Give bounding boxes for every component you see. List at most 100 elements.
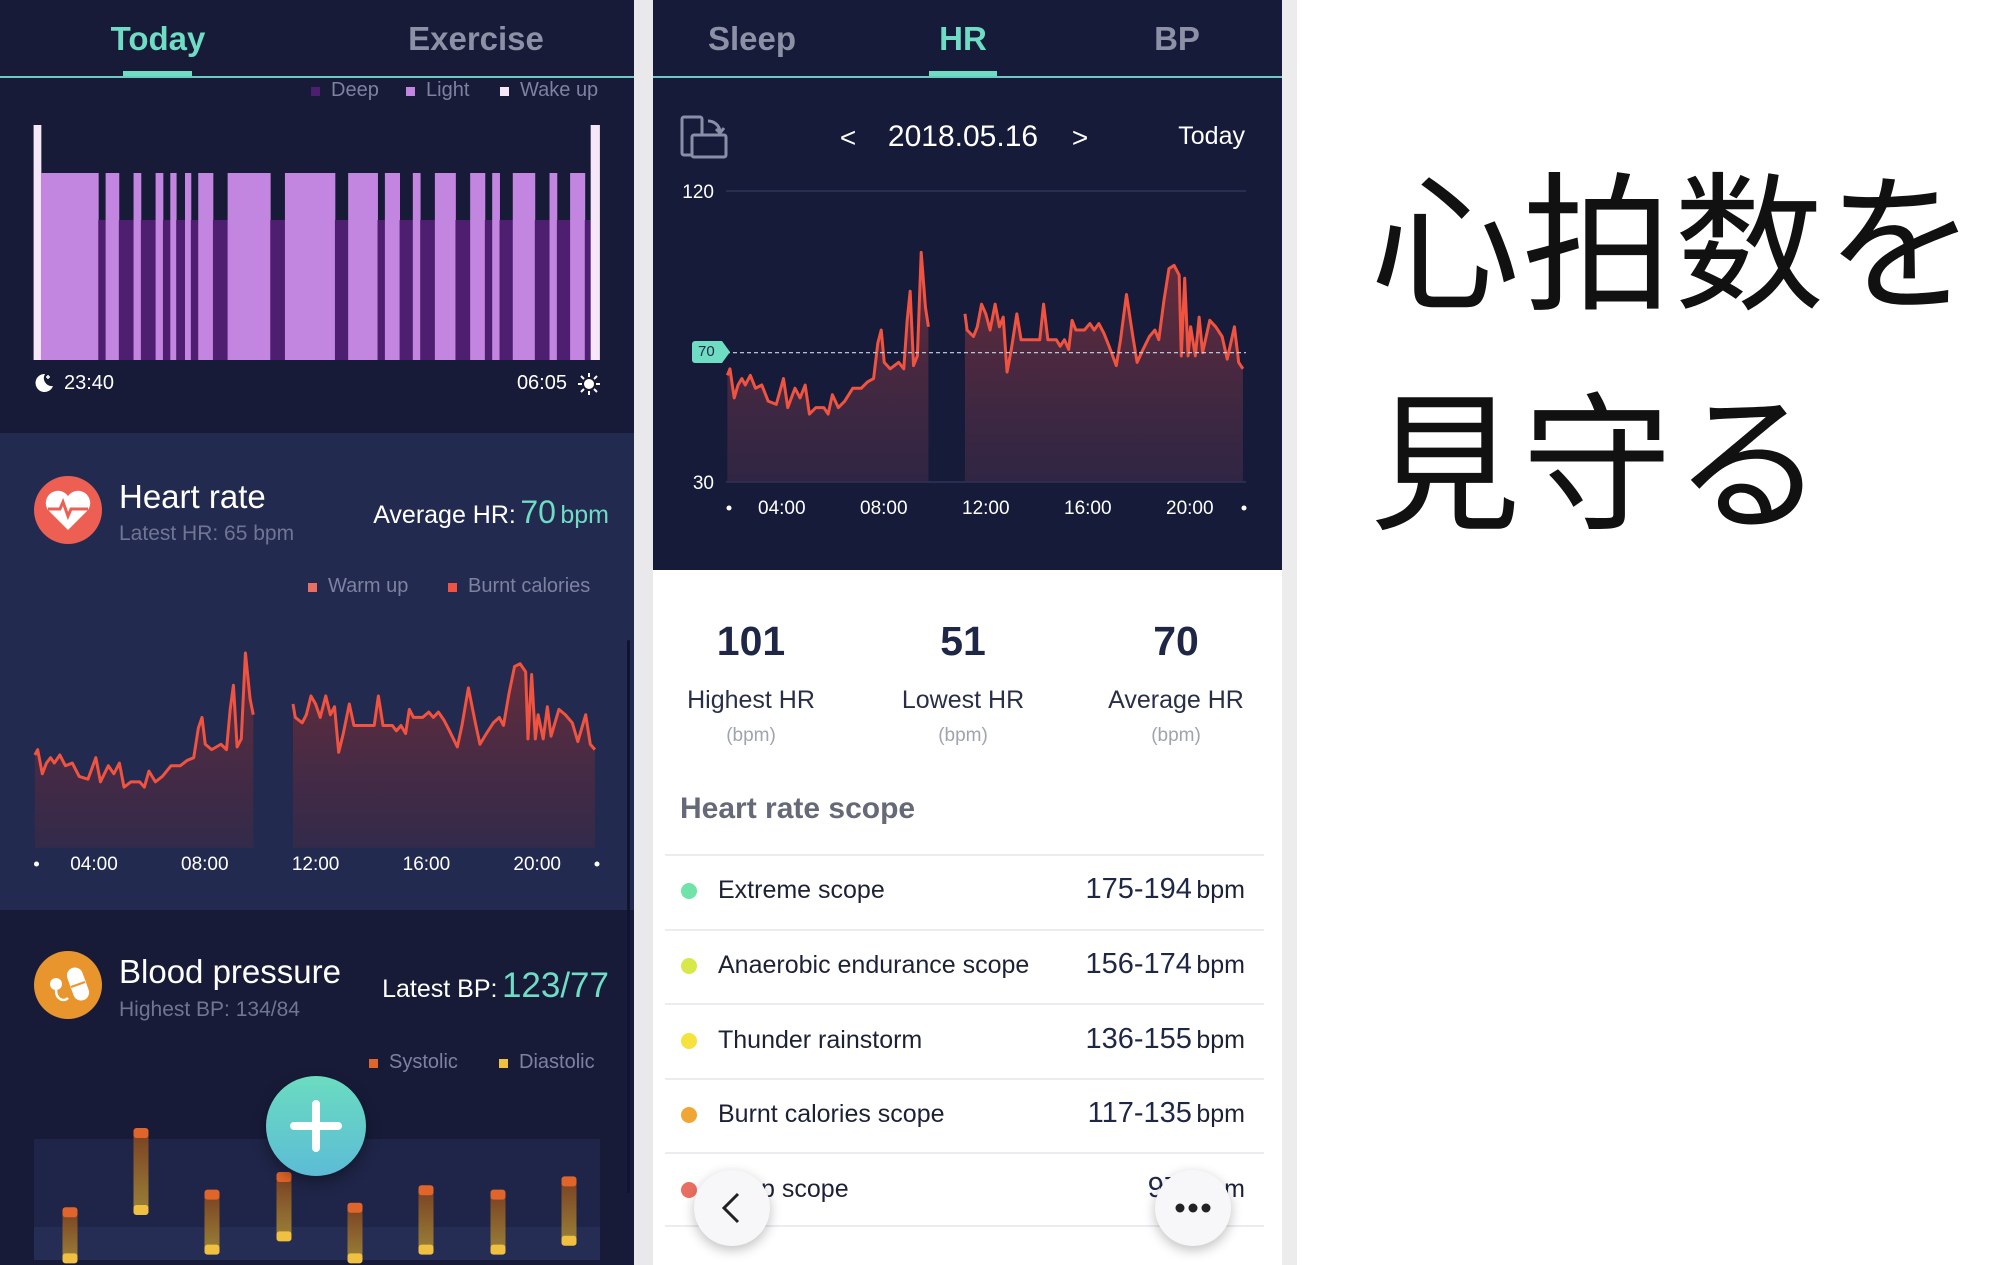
legend-swatch-systolic — [369, 1059, 378, 1068]
average-hr-value: 70 — [520, 494, 556, 530]
scope-row[interactable]: Anaerobic endurance scope 156-174 bpm — [664, 929, 1264, 1003]
bp-bar — [276, 1174, 292, 1240]
sleep-bar-deep — [584, 220, 592, 360]
heart-rate-detail-chart[interactable]: 120 30 04:00 08:00 12:00 16:00 20:00 — [653, 170, 1282, 530]
scope-color-dot — [681, 1033, 697, 1049]
systolic-marker — [62, 1207, 78, 1218]
x-tick-label: 08:00 — [181, 854, 229, 875]
legend-systolic: Systolic — [389, 1051, 458, 1073]
average-hr-unit: bpm — [560, 501, 609, 529]
heart-pulse-icon — [34, 476, 102, 544]
stat-label: Highest HR — [687, 686, 815, 714]
scope-range: 156-174 bpm — [1085, 948, 1245, 981]
blood-pressure-icon — [34, 951, 102, 1019]
sleep-bar-light — [348, 173, 378, 360]
plus-icon — [290, 1100, 342, 1152]
scope-range: 136-155 bpm — [1085, 1023, 1245, 1056]
moon-icon — [35, 373, 53, 392]
scope-range-value: 156-174 — [1085, 948, 1192, 980]
stat-unit: (bpm) — [1151, 725, 1201, 746]
sun-icon — [578, 373, 600, 395]
stat-label: Average HR — [1108, 686, 1244, 714]
tab-indicator — [929, 71, 997, 76]
scope-row[interactable]: Extreme scope 175-194 bpm — [664, 854, 1264, 928]
panel-divider — [1282, 0, 1297, 1265]
prev-day-button[interactable]: < — [840, 122, 856, 154]
today-button[interactable]: Today — [1178, 122, 1245, 151]
y-tick-label: 120 — [682, 182, 714, 203]
diastolic-marker — [276, 1231, 292, 1242]
hr-area-segment — [34, 653, 254, 848]
x-tick-label: 16:00 — [1064, 498, 1112, 519]
x-tick-label: 12:00 — [962, 498, 1010, 519]
tab-sleep[interactable]: Sleep — [708, 20, 796, 58]
average-hr-badge: 70 — [692, 341, 730, 363]
y-tick-label: 30 — [693, 473, 714, 494]
average-hr-badge-value: 70 — [698, 343, 715, 360]
average-hr-label: Average HR: — [373, 501, 516, 529]
x-tick-label: 04:00 — [758, 498, 806, 519]
average-hr: Average HR: 70 bpm — [373, 494, 609, 531]
sleep-bar-deep — [534, 220, 550, 360]
sleep-bar-light — [384, 173, 400, 360]
hr-area-segment — [292, 663, 595, 848]
sleep-bar-light — [412, 173, 421, 360]
scope-range-value: 117-135 — [1087, 1097, 1192, 1129]
scope-range-unit: bpm — [1196, 876, 1245, 904]
sleep-bar-deep — [499, 220, 514, 360]
scope-row[interactable]: Thunder rainstorm 136-155 bpm — [664, 1004, 1264, 1078]
diastolic-marker — [490, 1244, 506, 1255]
stat-unit: (bpm) — [726, 725, 776, 746]
tab-hr[interactable]: HR — [939, 20, 987, 58]
systolic-marker — [347, 1202, 363, 1213]
diastolic-marker — [347, 1253, 363, 1264]
scope-color-dot — [681, 883, 697, 899]
legend-swatch-burnt-calories — [448, 583, 457, 592]
back-button[interactable] — [694, 1170, 770, 1246]
sleep-bar-light — [570, 173, 586, 360]
x-tick-label: 12:00 — [292, 854, 340, 875]
date-label: 2018.05.16 — [887, 120, 1039, 153]
chevron-left-icon — [721, 1192, 740, 1224]
tab-bp[interactable]: BP — [1154, 20, 1200, 58]
sleep-bar-deep — [399, 220, 414, 360]
panel-divider — [634, 0, 653, 1265]
sleep-bar-light — [434, 173, 456, 360]
sleep-bar-light — [512, 173, 536, 360]
sleep-bar-wake — [33, 125, 42, 360]
diastolic-marker — [204, 1244, 220, 1255]
legend-burnt-calories: Burnt calories — [468, 575, 591, 597]
legend-swatch-warm-up — [308, 583, 317, 592]
sleep-bar-wake — [590, 125, 600, 360]
axis-start-dot — [726, 505, 732, 511]
systolic-marker — [204, 1189, 220, 1200]
sleep-bar-deep — [212, 220, 229, 360]
bp-bar — [418, 1187, 434, 1253]
x-tick-label: 04:00 — [70, 854, 118, 875]
sleep-bar-light — [105, 173, 120, 360]
axis-end-dot — [594, 861, 600, 867]
bp-bar — [204, 1191, 220, 1253]
rotate-screen-icon[interactable] — [680, 115, 730, 159]
legend-warm-up: Warm up — [328, 575, 409, 597]
axis-end-dot — [1241, 505, 1247, 511]
more-dots-icon — [1175, 1203, 1211, 1213]
stat-value: 70 — [1153, 618, 1199, 664]
scope-label: Anaerobic endurance scope — [718, 951, 1030, 979]
sleep-bar-light — [492, 173, 500, 360]
scope-range-value: 136-155 — [1085, 1023, 1192, 1055]
sleep-bar-deep — [118, 220, 134, 360]
tab-divider — [653, 76, 1282, 78]
scope-color-dot — [681, 1107, 697, 1123]
next-day-button[interactable]: > — [1072, 122, 1088, 154]
scope-row[interactable]: Burnt calories scope 117-135 bpm — [664, 1078, 1264, 1152]
more-button[interactable] — [1155, 1170, 1231, 1246]
legend-swatch-diastolic — [499, 1059, 508, 1068]
x-tick-label: 08:00 — [860, 498, 908, 519]
diastolic-marker — [133, 1205, 149, 1215]
highest-bp: Highest BP: 134/84 — [119, 998, 300, 1021]
sleep-end-time: 06:05 — [516, 372, 567, 394]
heart-rate-summary-chart[interactable]: 04:00 08:00 12:00 16:00 20:00 — [0, 600, 634, 890]
sleep-bar-deep — [484, 220, 493, 360]
add-record-button[interactable] — [266, 1076, 366, 1176]
